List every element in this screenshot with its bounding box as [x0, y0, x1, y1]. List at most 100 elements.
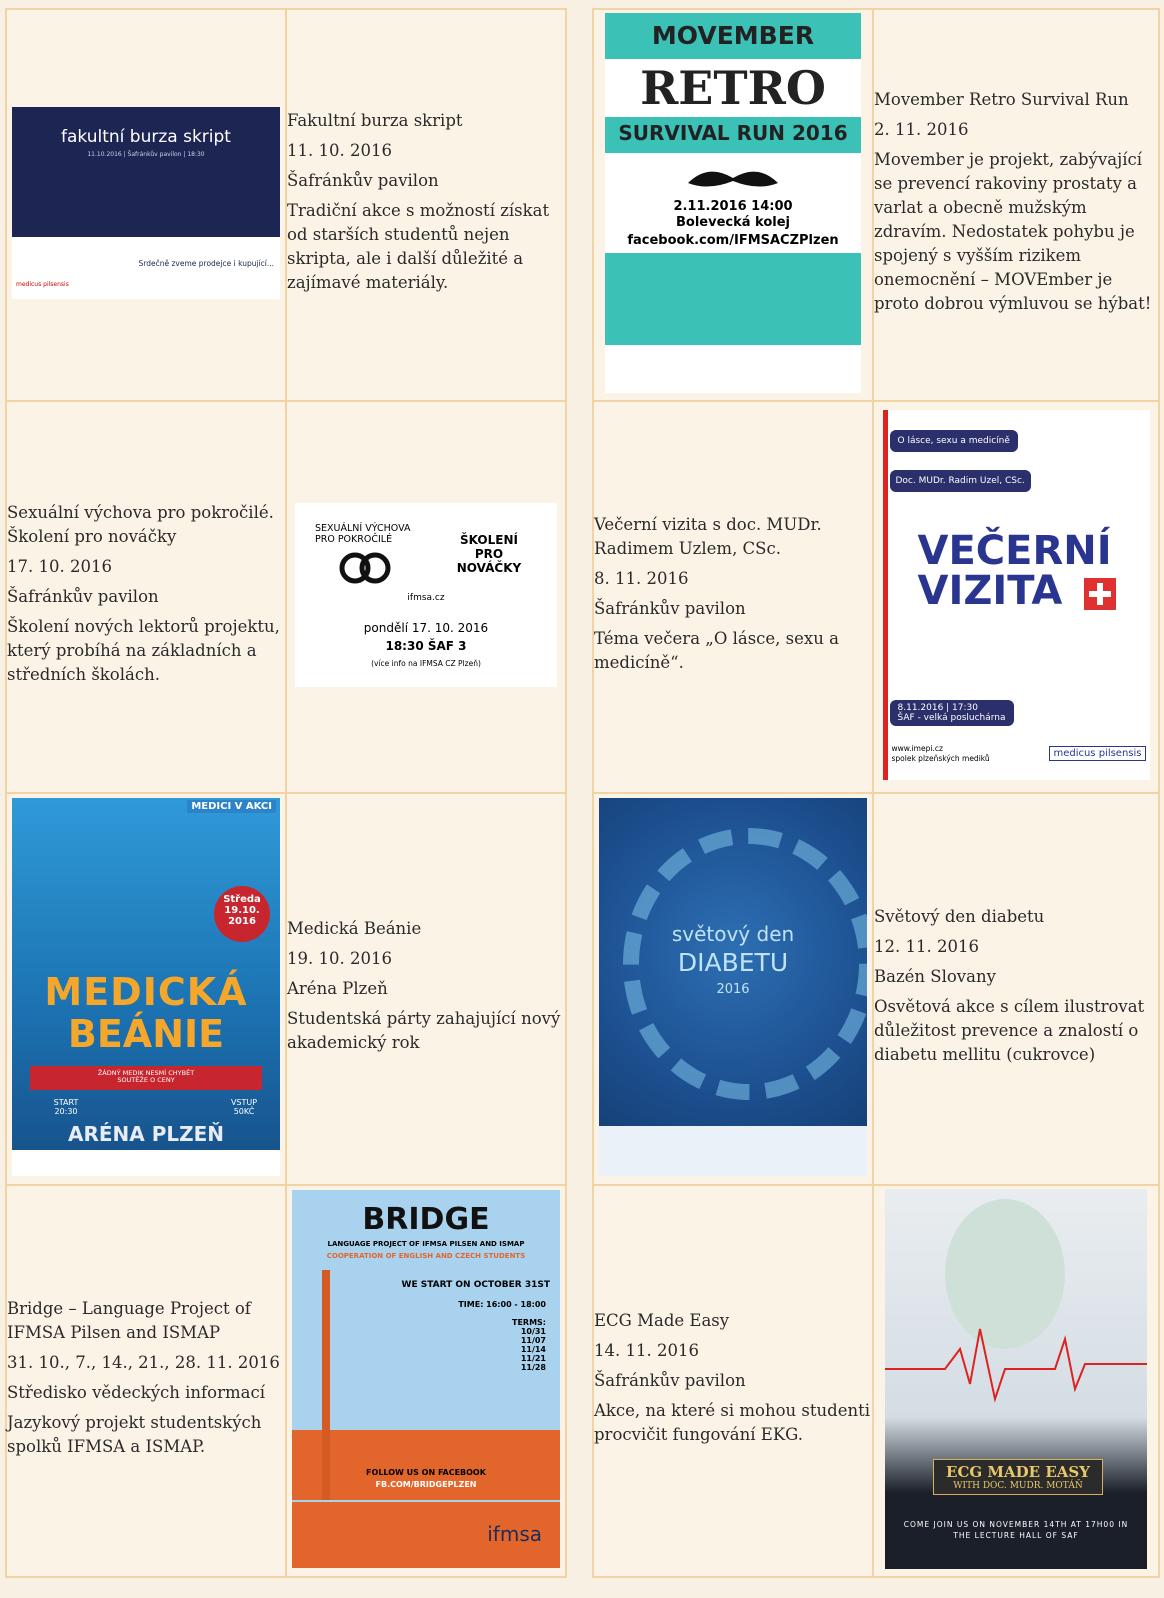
date-badge: Středa 19.10. 2016: [214, 886, 270, 942]
poster-vecerni-vizita: O lásce, sexu a medicíně Doc. MUDr. Radi…: [882, 410, 1150, 780]
event-date: 17. 10. 2016: [7, 557, 112, 577]
event-place: Šafránkův pavilon: [594, 1371, 746, 1391]
poster-tagline: Srdečně zveme prodejce i kupující...: [138, 259, 274, 268]
event-title: Bridge – Language Project of IFMSA Pilse…: [7, 1299, 251, 1343]
event-description: Studentská párty zahajující nový akademi…: [287, 1008, 561, 1052]
event-date: 14. 11. 2016: [594, 1341, 699, 1361]
poster-line: WITH DOC. MUDR. MOTÁŇ: [953, 1481, 1083, 1491]
sponsor-strip: [605, 345, 861, 393]
poster-cell: fakultní burza skript 11.10.2016 | Šafrá…: [5, 8, 287, 402]
poster-line: 2.11.2016 14:00: [673, 199, 793, 214]
poster-subtitle: 11.10.2016 | Šafránkův pavilon | 18:30: [87, 151, 205, 158]
poster-movember: MOVEMBER RETRO SURVIVAL RUN 2016 2.11.20…: [605, 13, 861, 393]
poster-line: VSTUP 50KČ: [230, 1098, 258, 1116]
event-date: 8. 11. 2016: [594, 569, 689, 589]
poster-cell: SEXUÁLNÍ VÝCHOVA PRO POKROČILÉ ŠKOLENÍ P…: [285, 400, 567, 794]
event-place: Šafránkův pavilon: [7, 587, 159, 607]
poster-line: MOVEMBER: [651, 21, 815, 50]
poster-line: Doc. MUDr. Radim Uzel, CSc.: [889, 470, 1031, 492]
poster-line: (více info na IFMSA CZ Plzeň): [371, 659, 481, 668]
poster-date-box: 8.11.2016 | 17:30 ŠAF - velká posluchárn…: [889, 700, 1014, 726]
event-text-cell: Světový den diabetu 12. 11. 2016 Bazén S…: [872, 792, 1160, 1186]
rings-icon: [335, 551, 399, 585]
event-text-cell: Večerní vizita s doc. MUDr. Radimem Uzle…: [592, 400, 874, 794]
mustache-icon: [683, 163, 783, 197]
event-description: Osvětová akce s cílem ilustrovat důležit…: [874, 997, 1145, 1064]
poster-line: pondělí 17. 10. 2016: [363, 621, 489, 635]
poster-footer: Srdečně zveme prodejce i kupující... med…: [12, 237, 280, 299]
event-place: Šafránkův pavilon: [287, 171, 439, 191]
poster-banner: ŽÁDNÝ MEDIK NESMÍ CHYBĚT SOUTĚŽE O CENY: [30, 1066, 262, 1090]
poster-line: spolek plzeňských mediků: [891, 754, 990, 763]
poster-cell: MEDICI V AKCI Středa 19.10. 2016 MEDICKÁ…: [5, 792, 287, 1186]
poster-cell: O lásce, sexu a medicíně Doc. MUDr. Radi…: [872, 400, 1160, 794]
poster-line: COOPERATION OF ENGLISH AND CZECH STUDENT…: [326, 1252, 526, 1260]
event-date: 11. 10. 2016: [287, 141, 392, 161]
poster-line: facebook.com/IFMSACZPlzen: [627, 233, 839, 248]
event-title: Movember Retro Survival Run: [874, 90, 1129, 110]
poster-bridge: BRIDGE LANGUAGE PROJECT OF IFMSA PILSEN …: [292, 1190, 560, 1568]
poster-line: DIABETU: [677, 948, 789, 977]
poster-line: BEÁNIE: [67, 1012, 225, 1056]
poster-line: WE START ON OCTOBER 31ST: [401, 1280, 550, 1290]
poster-line: 8.11.2016 | 17:30: [897, 703, 979, 713]
poster-line: TERMS: 10/31 11/07 11/14 11/21 11/28: [511, 1318, 546, 1372]
poster-line: VIZITA: [917, 568, 1063, 614]
event-place: Bazén Slovany: [874, 967, 996, 987]
poster-line: MEDICI V AKCI: [187, 800, 276, 813]
event-description: Jazykový projekt studentských spolků IFM…: [7, 1412, 262, 1456]
sponsor-strip: [12, 1150, 280, 1176]
event-description: Téma večera „O lásce, sexu a medicíně“.: [594, 628, 839, 672]
event-title: Večerní vizita s doc. MUDr. Radimem Uzle…: [594, 515, 822, 559]
event-title: Fakultní burza skript: [287, 111, 463, 131]
poster-burza-skript: fakultní burza skript 11.10.2016 | Šafrá…: [12, 107, 280, 299]
event-date: 19. 10. 2016: [287, 949, 392, 969]
event-description: Movember je projekt, zabývající se preve…: [874, 150, 1152, 313]
poster-svetovy-den-diabetu: světový den DIABETU 2016: [599, 798, 867, 1176]
poster-line: START 20:30: [53, 1098, 79, 1116]
poster-line: ifmsa.cz: [407, 593, 445, 603]
medicus-logo: medicus pilsensis: [16, 281, 69, 288]
poster-band: RETRO: [605, 59, 861, 117]
poster-line: 18:30 ŠAF 3: [385, 639, 467, 653]
event-description: Tradiční akce s možností získat od starš…: [287, 201, 550, 292]
poster-line: 2016: [716, 982, 750, 997]
event-text-cell: Medická Beánie 19. 10. 2016 Aréna Plzeň …: [285, 792, 567, 1186]
event-text-cell: Bridge – Language Project of IFMSA Pilse…: [5, 1184, 287, 1578]
poster-line: FOLLOW US ON FACEBOOK: [366, 1468, 486, 1477]
events-table-right: MOVEMBER RETRO SURVIVAL RUN 2016 2.11.20…: [592, 8, 1160, 1578]
poster-line: FB.COM/BRIDGEPLZEN: [375, 1480, 477, 1489]
event-description: Školení nových lektorů projektu, který p…: [7, 616, 280, 684]
event-place: Šafránkův pavilon: [594, 599, 746, 618]
poster-title-box: ECG MADE EASY WITH DOC. MUDR. MOTÁŇ: [933, 1459, 1103, 1495]
event-title: ECG Made Easy: [594, 1311, 730, 1331]
ecg-line-icon: [885, 1309, 1147, 1413]
poster-medicka-beanie: MEDICI V AKCI Středa 19.10. 2016 MEDICKÁ…: [12, 798, 280, 1176]
event-text-cell: ECG Made Easy 14. 11. 2016 Šafránkův pav…: [592, 1184, 874, 1578]
poster-title: fakultní burza skript: [61, 127, 231, 147]
event-text-cell: Movember Retro Survival Run 2. 11. 2016 …: [872, 8, 1160, 402]
poster-cell: světový den DIABETU 2016: [592, 792, 874, 1186]
poster-line: TIME: 16:00 - 18:00: [458, 1300, 546, 1309]
event-title: Světový den diabetu: [874, 907, 1045, 927]
poster-line: ifmsa: [487, 1522, 542, 1546]
poster-band: 2.11.2016 14:00 Bolevecká kolej facebook…: [605, 153, 861, 253]
event-date: 12. 11. 2016: [874, 937, 979, 957]
event-place: Aréna Plzeň: [287, 979, 388, 999]
poster-line: Bolevecká kolej: [675, 215, 790, 230]
poster-footer: ifmsa: [292, 1502, 560, 1568]
poster-line: ARÉNA PLZEŇ: [67, 1122, 225, 1146]
poster-line: MEDICKÁ: [44, 970, 248, 1014]
poster-line: ŠKOLENÍ PRO NOVÁČKY: [456, 533, 522, 575]
event-place: Středisko vědeckých informací: [7, 1383, 265, 1402]
poster-cell: MOVEMBER RETRO SURVIVAL RUN 2016 2.11.20…: [592, 8, 874, 402]
sponsor-strip: [599, 1126, 867, 1176]
poster-band: [292, 1430, 560, 1500]
poster-line: O lásce, sexu a medicíně: [889, 430, 1018, 452]
bridge-tower: [322, 1270, 330, 1500]
poster-cell: BRIDGE LANGUAGE PROJECT OF IFMSA PILSEN …: [285, 1184, 567, 1578]
poster-line: ECG MADE EASY: [946, 1463, 1090, 1481]
poster-line: SOUTĚŽE O CENY: [117, 1076, 175, 1085]
poster-cell: ECG MADE EASY WITH DOC. MUDR. MOTÁŇ COME…: [872, 1184, 1160, 1578]
cross-icon: [1083, 578, 1116, 610]
